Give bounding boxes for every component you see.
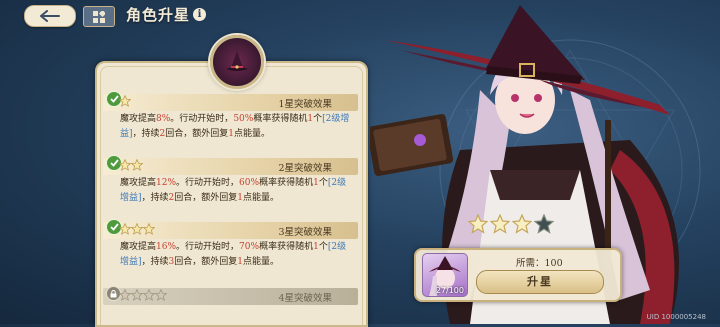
character-shard-item[interactable]: 27/100 <box>422 253 468 297</box>
star-icon <box>119 223 131 235</box>
entry-description: 魔攻提高12%。行动开始时，60%概率获得随机1个[2级增益]，持续2回合，额外… <box>120 178 347 203</box>
star-rank <box>468 214 554 234</box>
star-icon <box>490 214 510 234</box>
uid-label: UID 1000005248 <box>646 313 706 321</box>
star-icon <box>131 223 143 235</box>
grid-icon <box>93 10 105 23</box>
upgrade-cost-box: 27/100 所需：100 升星 <box>414 248 622 302</box>
star-icon <box>512 214 532 234</box>
star-icon <box>119 289 131 301</box>
entry-stars <box>119 223 155 235</box>
entry-title: 1星突破效果 <box>278 99 332 110</box>
back-button[interactable] <box>24 5 76 27</box>
star-icon <box>143 223 155 235</box>
entry-stars <box>119 95 131 107</box>
entry-header: 1星突破效果 <box>103 94 358 111</box>
character-medallion <box>210 35 264 89</box>
item-count: 27/100 <box>435 286 464 295</box>
entry-description: 魔攻提高8%。行动开始时，50%概率获得随机1个[2级增益]，持续2回合，额外回… <box>120 114 350 139</box>
star-icon <box>119 159 131 171</box>
entry-title: 2星突破效果 <box>278 163 332 174</box>
star-icon <box>131 159 143 171</box>
entry-title: 3星突破效果 <box>278 227 332 238</box>
star-icon <box>131 289 143 301</box>
breakthrough-panel: 1星突破效果 魔攻提高8%。行动开始时，50%概率获得随机1个[2级增益]，持续… <box>95 61 368 327</box>
witch-hat-icon <box>226 51 248 71</box>
star-icon <box>143 289 155 301</box>
home-button[interactable] <box>83 6 115 27</box>
entry-description: 魔攻提高16%。行动开始时，70%概率获得随机1个[2级增益]，持续3回合，额外… <box>120 242 347 267</box>
cost-label: 所需：100 <box>516 258 563 269</box>
back-arrow-icon <box>40 10 60 22</box>
star-icon <box>119 95 131 107</box>
page-title: 角色升星 <box>126 6 191 24</box>
star-icon <box>534 214 554 234</box>
upgrade-star-button[interactable]: 升星 <box>476 270 604 294</box>
entry-title: 4星突破效果 <box>278 293 332 304</box>
info-icon[interactable]: i <box>193 8 206 21</box>
entry-stars <box>119 289 167 301</box>
entry-stars <box>119 159 143 171</box>
star-icon <box>468 214 488 234</box>
star-icon <box>155 289 167 301</box>
